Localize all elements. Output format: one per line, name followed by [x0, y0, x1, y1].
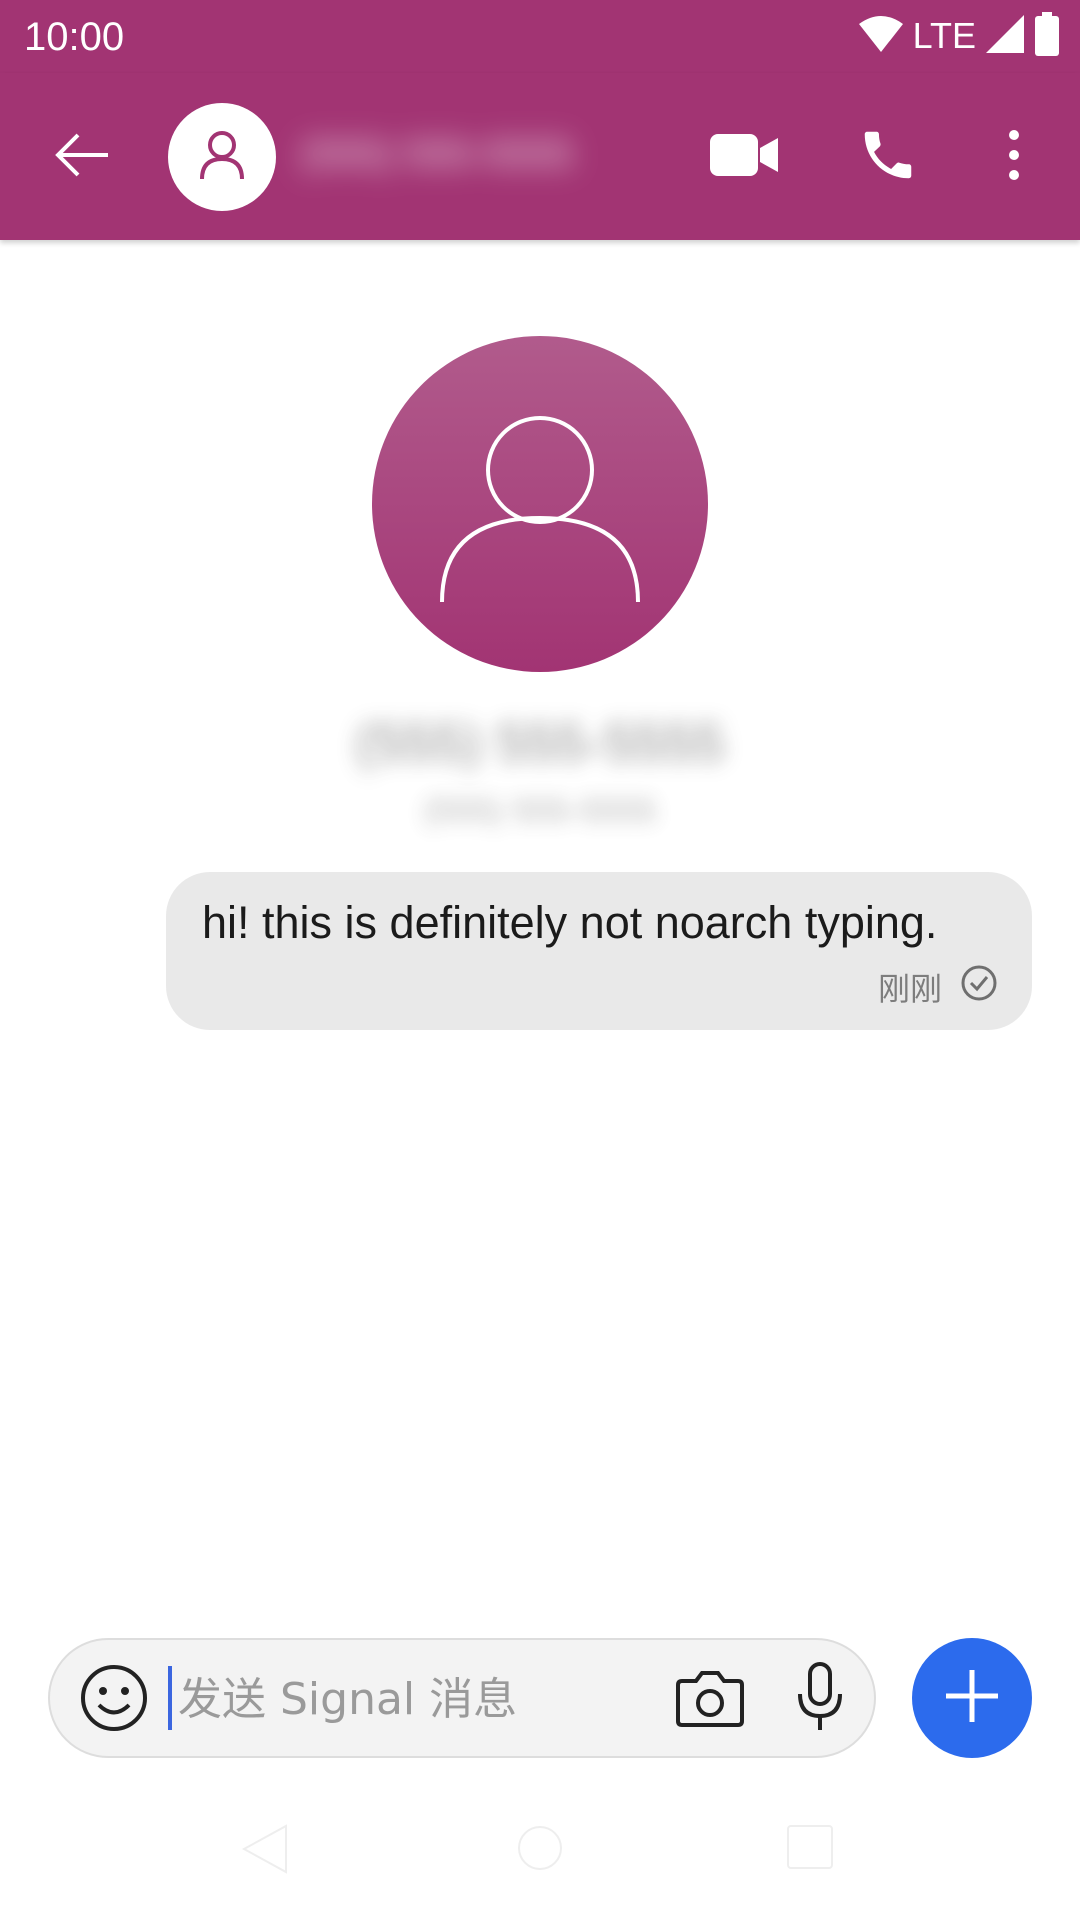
more-options-button[interactable]	[966, 109, 1062, 205]
status-bar: 10:00 LTE	[0, 0, 1080, 73]
contact-name[interactable]: (555) 555-5555	[300, 119, 650, 189]
person-icon	[440, 402, 640, 607]
sent-check-icon	[960, 964, 998, 1010]
voice-call-button[interactable]	[840, 109, 936, 205]
conversation-toolbar: (555) 555-5555	[0, 73, 1080, 240]
profile-name: (555) 555-5555	[355, 713, 725, 773]
back-arrow-icon	[54, 131, 110, 184]
message-input[interactable]	[174, 1664, 654, 1734]
emoji-icon	[80, 1664, 148, 1737]
video-call-button[interactable]	[696, 109, 792, 205]
status-icons: LTE	[858, 11, 1060, 61]
status-time: 10:00	[24, 15, 125, 59]
nav-recents-icon[interactable]	[786, 1824, 834, 1875]
attach-button[interactable]	[912, 1638, 1032, 1758]
battery-icon	[1034, 11, 1060, 61]
profile-subtitle: (555) 555-5555	[423, 792, 657, 830]
person-icon	[196, 129, 248, 186]
compose-bar	[48, 1638, 876, 1758]
phone-icon	[857, 124, 919, 191]
voice-note-button[interactable]	[780, 1656, 860, 1742]
nav-home-icon[interactable]	[516, 1824, 564, 1877]
message-meta: 刚刚	[878, 964, 998, 1010]
text-caret	[168, 1666, 172, 1730]
microphone-icon	[795, 1661, 845, 1737]
wifi-icon	[858, 15, 903, 57]
signal-icon	[986, 14, 1024, 58]
plus-icon	[944, 1668, 1000, 1729]
network-type: LTE	[912, 15, 976, 56]
more-vertical-icon	[1008, 129, 1020, 186]
outgoing-message[interactable]: hi! this is definitely not noarch typing…	[166, 872, 1032, 1030]
emoji-button[interactable]	[72, 1658, 156, 1742]
message-text: hi! this is definitely not noarch typing…	[202, 897, 938, 948]
back-button[interactable]	[34, 109, 130, 205]
camera-button[interactable]	[670, 1660, 750, 1740]
profile-avatar	[372, 336, 708, 672]
contact-avatar[interactable]	[168, 103, 276, 211]
camera-icon	[676, 1669, 744, 1732]
video-camera-icon	[710, 132, 778, 183]
message-time: 刚刚	[877, 970, 942, 1008]
system-navigation-bar	[0, 1820, 1080, 1920]
nav-back-icon[interactable]	[240, 1824, 288, 1879]
